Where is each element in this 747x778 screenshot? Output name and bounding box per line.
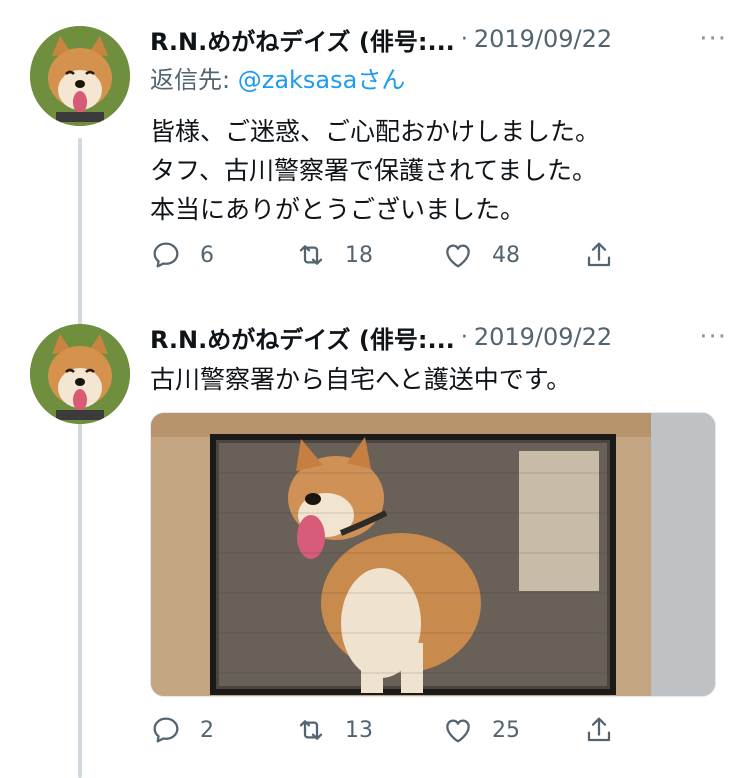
tweet-header: R.N.めがねデイズ (俳号:... · 2019/09/22 ··· xyxy=(150,22,727,56)
share-icon xyxy=(587,717,611,742)
share-button[interactable] xyxy=(583,710,615,750)
reply-suffix: さん xyxy=(357,66,406,94)
tweet-date[interactable]: 2019/09/22 xyxy=(474,25,612,53)
retweet-count: 13 xyxy=(345,717,373,743)
like-count: 48 xyxy=(492,242,520,268)
tweet[interactable]: R.N.めがねデイズ (俳号:... · 2019/09/22 ··· 古川警察… xyxy=(0,300,747,778)
separator-dot: · xyxy=(460,26,468,52)
tweet-text-line: タフ、古川警察署で保護されてました。 xyxy=(150,156,598,185)
tweet-actions: 6 18 48 xyxy=(150,235,630,275)
reply-context: 返信先: @zaksasaさん xyxy=(150,60,405,95)
dog-in-carrier-photo xyxy=(151,413,715,696)
share-icon xyxy=(587,242,611,267)
tweet-actions: 2 13 25 xyxy=(150,710,630,750)
retweet-button[interactable]: 13 xyxy=(295,710,373,750)
heart-icon xyxy=(446,244,470,268)
reply-button[interactable]: 2 xyxy=(150,710,214,750)
reply-handle-link[interactable]: @zaksasa xyxy=(238,66,358,94)
tweet-text-line: 皆様、ご迷惑、ご心配おかけしました。 xyxy=(150,117,601,146)
tweet-text-line: 本当にありがとうございました。 xyxy=(150,195,526,224)
more-options-icon[interactable]: ··· xyxy=(699,22,727,56)
more-options-icon[interactable]: ··· xyxy=(699,320,727,354)
like-count: 25 xyxy=(492,717,520,743)
reply-icon xyxy=(153,717,179,743)
tweet-text-line: 古川警察署から自宅へと護送中です。 xyxy=(150,365,572,394)
tweet-date[interactable]: 2019/09/22 xyxy=(474,323,612,351)
separator-dot: · xyxy=(460,324,468,350)
tweet-text: 皆様、ご迷惑、ご心配おかけしました。 タフ、古川警察署で保護されてました。 本当… xyxy=(150,112,600,229)
tweet-photo[interactable] xyxy=(150,412,716,697)
like-button[interactable]: 48 xyxy=(442,235,520,275)
author-name[interactable]: R.N.めがねデイズ (俳号:... xyxy=(150,320,455,355)
reply-button[interactable]: 6 xyxy=(150,235,214,275)
reply-icon xyxy=(153,242,179,268)
avatar[interactable] xyxy=(30,26,130,126)
tweet-text: 古川警察署から自宅へと護送中です。 xyxy=(150,360,571,399)
retweet-icon xyxy=(299,245,323,265)
retweet-count: 18 xyxy=(345,242,373,268)
heart-icon xyxy=(446,719,470,743)
shiba-dog-avatar-image xyxy=(30,324,130,424)
share-button[interactable] xyxy=(583,235,615,275)
author-name[interactable]: R.N.めがねデイズ (俳号:... xyxy=(150,22,455,57)
avatar[interactable] xyxy=(30,324,130,424)
retweet-button[interactable]: 18 xyxy=(295,235,373,275)
tweet-header: R.N.めがねデイズ (俳号:... · 2019/09/22 ··· xyxy=(150,320,727,354)
like-button[interactable]: 25 xyxy=(442,710,520,750)
reply-prefix: 返信先: xyxy=(150,66,238,94)
reply-count: 2 xyxy=(200,717,214,743)
tweet[interactable]: R.N.めがねデイズ (俳号:... · 2019/09/22 ··· 返信先:… xyxy=(0,0,747,300)
retweet-icon xyxy=(299,720,323,740)
reply-count: 6 xyxy=(200,242,214,268)
shiba-dog-avatar-image xyxy=(30,26,130,126)
